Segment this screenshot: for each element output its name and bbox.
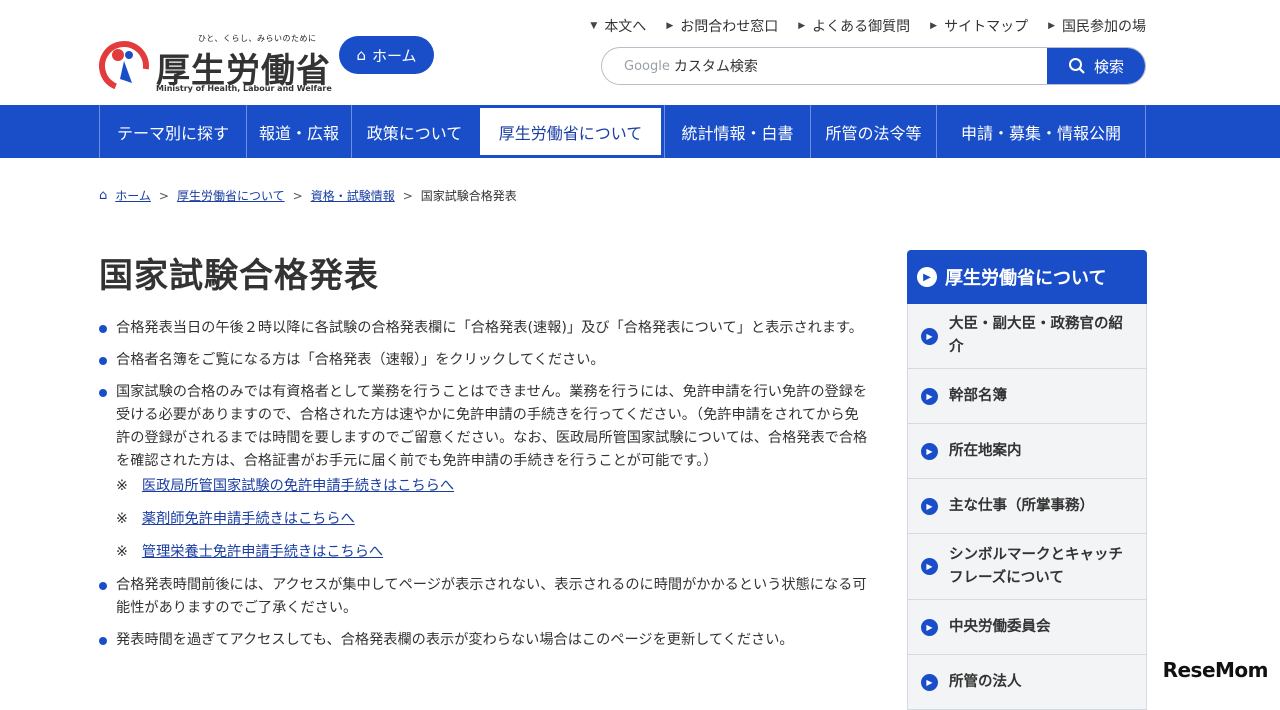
list-item: 発表時間を過ぎてアクセスしても、合格発表欄の表示が変わらない場合はこのページを更… <box>99 629 869 652</box>
chevron-down-icon: ▼ <box>590 21 598 31</box>
sidebar-item-symbol[interactable]: ▶ シンボルマークとキャッチフレーズについて <box>907 534 1147 600</box>
breadcrumb-current: 国家試験合格発表 <box>420 189 517 203</box>
sidebar-heading[interactable]: ▶ 厚生労働省について <box>907 250 1147 304</box>
utility-link-faq[interactable]: ▶ よくある御質問 <box>798 16 910 36</box>
utility-link-skip[interactable]: ▼ 本文へ <box>590 16 646 36</box>
mhlw-logo-mark-icon <box>99 41 149 91</box>
sidebar-item-labour-commission[interactable]: ▶ 中央労働委員会 <box>907 600 1147 655</box>
sidebar: ▶ 厚生労働省について ▶ 大臣・副大臣・政務官の紹介 ▶ 幹部名簿 ▶ 所在地案内 … <box>907 250 1147 710</box>
chevron-right-icon: ▶ <box>1048 21 1055 31</box>
chevron-right-icon: ▶ <box>921 618 938 636</box>
breadcrumb-qualifications[interactable]: 資格・試験情報 <box>311 187 395 204</box>
list-item: 国家試験の合格のみでは有資格者として業務を行うことはできません。業務を行うには、… <box>99 381 869 564</box>
home-icon: ⌂ <box>99 188 108 203</box>
home-label: ホーム <box>371 46 417 65</box>
home-icon: ⌂ <box>356 46 366 64</box>
chevron-right-icon: ▶ <box>917 267 937 287</box>
chevron-right-icon: ▶ <box>921 558 938 575</box>
search-button-label: 検索 <box>1093 57 1124 76</box>
global-nav: テーマ別に探す 報道・広報 政策について 厚生労働省について 統計情報・白書 所… <box>0 105 1280 158</box>
notice-list: 合格発表当日の午後２時以降に各試験の合格発表欄に「合格発表(速報)」及び「合格発… <box>99 317 869 661</box>
list-item-text: 国家試験の合格のみでは有資格者として業務を行うことはできません。業務を行うには、… <box>116 384 868 469</box>
home-button[interactable]: ⌂ ホーム <box>339 36 434 74</box>
list-item: 合格発表時間前後には、アクセスが集中してページが表示されない、表示されるのに時間… <box>99 574 869 620</box>
chevron-right-icon: ▶ <box>921 497 938 515</box>
breadcrumb-separator: > <box>158 188 169 203</box>
breadcrumb-separator: > <box>292 188 303 203</box>
chevron-right-icon: ▶ <box>921 327 938 345</box>
sidebar-item-corporations[interactable]: ▶ 所管の法人 <box>907 655 1147 710</box>
breadcrumb-about[interactable]: 厚生労働省について <box>177 187 285 204</box>
nav-item-press[interactable]: 報道・広報 <box>246 105 351 158</box>
nav-item-about[interactable]: 厚生労働省について <box>477 105 664 158</box>
note-item: ※ 管理栄養士免許申請手続きはこちらへ <box>116 541 869 564</box>
sidebar-item-location[interactable]: ▶ 所在地案内 <box>907 424 1147 479</box>
chevron-right-icon: ▶ <box>930 21 938 31</box>
chevron-right-icon: ▶ <box>921 442 938 460</box>
logo-english: Ministry of Health, Labour and Welfare <box>156 84 332 93</box>
nav-item-themes[interactable]: テーマ別に探す <box>99 105 246 158</box>
list-item: 合格者名簿をご覧になる方は「合格発表（速報）」をクリックしてください。 <box>99 349 869 372</box>
chevron-right-icon: ▶ <box>666 21 674 31</box>
nav-item-laws[interactable]: 所管の法令等 <box>810 105 936 158</box>
search-bar: Google カスタム検索 検索 <box>601 47 1146 85</box>
search-button[interactable]: 検索 <box>1047 48 1145 84</box>
search-placeholder: カスタム検索 <box>673 59 758 75</box>
google-label: Google <box>624 58 670 74</box>
utility-links: ▼ 本文へ ▶ お問合わせ窓口 ▶ よくある御質問 ▶ サイトマップ ▶ 国民参加の場 <box>590 16 1146 36</box>
chevron-right-icon: ▶ <box>921 673 938 691</box>
link-dietitian-license[interactable]: 管理栄養士免許申請手続きはこちらへ <box>142 541 383 564</box>
page-title: 国家試験合格発表 <box>99 256 379 296</box>
sidebar-item-duties[interactable]: ▶ 主な仕事（所掌事務） <box>907 479 1147 534</box>
link-medical-license[interactable]: 医政局所管国家試験の免許申請手続きはこちらへ <box>142 475 454 498</box>
chevron-right-icon: ▶ <box>921 387 938 405</box>
breadcrumb: ⌂ ホーム > 厚生労働省について > 資格・試験情報 > 国家試験合格発表 <box>99 187 517 204</box>
search-icon <box>1068 58 1085 74</box>
utility-link-sitemap[interactable]: ▶ サイトマップ <box>930 16 1028 36</box>
search-input[interactable]: Google カスタム検索 <box>602 48 1047 84</box>
breadcrumb-home[interactable]: ホーム <box>115 187 151 204</box>
breadcrumb-separator: > <box>402 188 413 203</box>
note-item: ※ 薬剤師免許申請手続きはこちらへ <box>116 508 869 531</box>
utility-link-participation[interactable]: ▶ 国民参加の場 <box>1048 16 1146 36</box>
chevron-right-icon: ▶ <box>798 21 806 31</box>
nav-item-statistics[interactable]: 統計情報・白書 <box>664 105 810 158</box>
watermark: ReseMom <box>1162 658 1269 682</box>
sidebar-item-executives[interactable]: ▶ 幹部名簿 <box>907 369 1147 424</box>
list-item: 合格発表当日の午後２時以降に各試験の合格発表欄に「合格発表(速報)」及び「合格発… <box>99 317 869 340</box>
sidebar-item-ministers[interactable]: ▶ 大臣・副大臣・政務官の紹介 <box>907 304 1147 369</box>
note-item: ※ 医政局所管国家試験の免許申請手続きはこちらへ <box>116 475 869 498</box>
utility-link-contact[interactable]: ▶ お問合わせ窓口 <box>666 16 778 36</box>
nav-item-policy[interactable]: 政策について <box>351 105 477 158</box>
link-pharmacist-license[interactable]: 薬剤師免許申請手続きはこちらへ <box>142 508 355 531</box>
nav-item-applications[interactable]: 申請・募集・情報公開 <box>936 105 1146 158</box>
